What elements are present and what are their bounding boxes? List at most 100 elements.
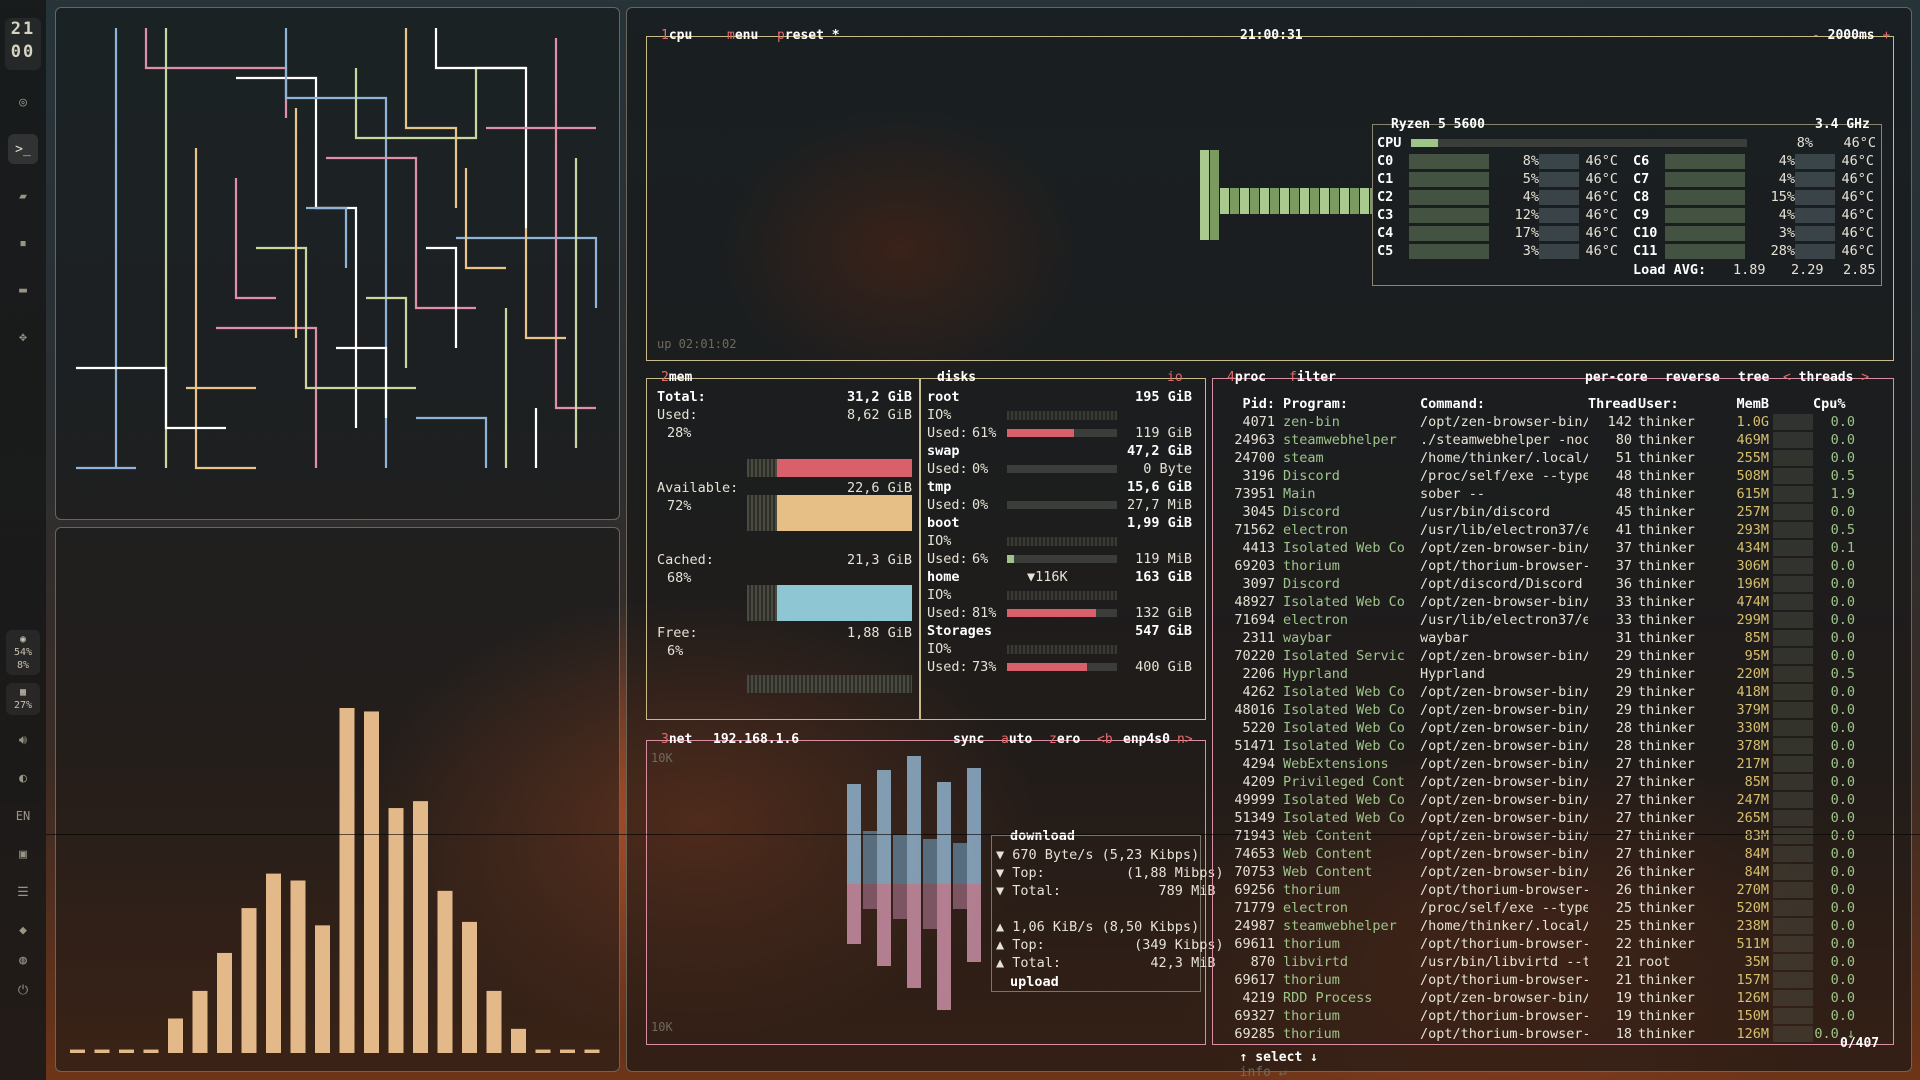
sync-toggle[interactable]: sync <box>953 731 984 749</box>
process-row[interactable]: 69617 thorium/opt/thorium-browser-av 21 thi… <box>1225 971 1885 989</box>
select-hint[interactable]: ↑ select ↓ <box>1240 1050 1318 1065</box>
header-pid[interactable]: Pid: <box>1225 395 1283 413</box>
sort-column-selector[interactable]: < threads > <box>1783 369 1869 387</box>
header-threads[interactable]: Threads: <box>1588 395 1638 413</box>
process-mem: 615M <box>1736 486 1769 502</box>
process-row[interactable]: 71694 electron/usr/lib/electron37/ele 33 th… <box>1225 611 1885 629</box>
menu-button[interactable]: menu <box>727 27 758 45</box>
process-row[interactable]: 51349 Isolated Web Co/opt/zen-browser-bin… <box>1225 809 1885 827</box>
steam-tray-icon[interactable]: ◍ <box>8 945 38 975</box>
process-row[interactable]: 4219 RDD Process/opt/zen-browser-bin/ze 19… <box>1225 989 1885 1007</box>
core-temp-graph <box>1539 208 1579 223</box>
process-row[interactable]: 71562 electron/usr/lib/electron37/ele 41 th… <box>1225 521 1885 539</box>
process-row[interactable]: 70220 Isolated Servic/opt/zen-browser-bin… <box>1225 647 1885 665</box>
tree-toggle[interactable]: tree <box>1738 369 1769 387</box>
cpu-box-title[interactable]: 1cpu <box>661 27 692 45</box>
process-row[interactable]: 4294 WebExtensions/opt/zen-browser-bin/ze… <box>1225 755 1885 773</box>
process-cpu-graph <box>1773 990 1813 1006</box>
process-command: /home/thinker/.local/sh <box>1420 918 1588 934</box>
mem-box-title[interactable]: 2mem <box>661 369 692 387</box>
process-row[interactable]: 870 libvirtd/usr/bin/libvirtd --tim 21 root… <box>1225 953 1885 971</box>
header-command[interactable]: Command: <box>1420 395 1588 413</box>
process-row[interactable]: 2311 waybar waybar 31 thinker 85M 0.0 <box>1225 629 1885 647</box>
power-icon[interactable]: ⏻ <box>8 975 38 1005</box>
filter-button[interactable]: filter <box>1289 369 1336 387</box>
header-mem[interactable]: MemB <box>1713 395 1773 413</box>
terminal-icon[interactable]: >_ <box>8 134 38 164</box>
folder-icon[interactable]: ▰ <box>8 181 38 211</box>
process-mem: 469M <box>1736 432 1769 448</box>
prev-interface-button[interactable]: <b <box>1097 731 1113 749</box>
discord-tray-icon[interactable]: ◆ <box>8 915 38 945</box>
process-row[interactable]: 69203 thorium/opt/thorium-browser-av 37 thi… <box>1225 557 1885 575</box>
cava-visualizer-window[interactable] <box>55 527 620 1072</box>
process-command: /opt/zen-browser-bin/ze <box>1420 720 1588 736</box>
header-program[interactable]: Program: <box>1283 395 1420 413</box>
process-row[interactable]: 69611 thorium/opt/thorium-browser-av 22 thi… <box>1225 935 1885 953</box>
mem-cached-meter-fill <box>776 585 912 621</box>
volume-icon[interactable]: 🔊︎ <box>8 725 38 755</box>
workspace-circle-icon[interactable]: ◎ <box>8 87 38 117</box>
process-row[interactable]: 4071 zen-bin/opt/zen-browser-bin/ze 142 thi… <box>1225 413 1885 431</box>
proc-box-title[interactable]: 4proc <box>1227 369 1266 387</box>
auto-toggle[interactable]: auto <box>1001 731 1032 749</box>
game-icon[interactable]: ✥ <box>8 322 38 352</box>
process-program: libvirtd <box>1283 954 1349 970</box>
next-interface-button[interactable]: n> <box>1177 731 1193 749</box>
process-row[interactable]: 48016 Isolated Web Co/opt/zen-browser-bin… <box>1225 701 1885 719</box>
process-row[interactable]: 69256 thorium/opt/thorium-browser-av 26 thi… <box>1225 881 1885 899</box>
process-threads: 31 <box>1615 630 1632 646</box>
chat-icon[interactable]: ▪ <box>8 228 38 258</box>
process-row[interactable]: 69327 thorium/opt/thorium-browser-av 19 thi… <box>1225 1007 1885 1025</box>
update-interval[interactable]: - 2000ms + <box>1812 27 1890 45</box>
process-command: /usr/bin/discord <box>1420 504 1551 520</box>
process-row[interactable]: 4209 Privileged Cont/opt/zen-browser-bin/… <box>1225 773 1885 791</box>
process-mem: 293M <box>1736 522 1769 538</box>
process-row[interactable]: 24700 steam/home/thinker/.local/sh 51 think… <box>1225 449 1885 467</box>
info-hint[interactable]: info ↵ <box>1240 1065 1287 1080</box>
process-row[interactable]: 71779 electron/proc/self/exe --type=r 25 th… <box>1225 899 1885 917</box>
message-icon[interactable]: ▬ <box>8 275 38 305</box>
process-cpu-graph <box>1773 684 1813 700</box>
per-core-toggle[interactable]: per-core <box>1585 369 1648 387</box>
memory-widget[interactable]: ▦ 27% <box>6 683 40 715</box>
process-row[interactable]: 51471 Isolated Web Co/opt/zen-browser-bin… <box>1225 737 1885 755</box>
process-table[interactable]: Pid: Program: Command: Threads: User: Me… <box>1225 395 1885 1043</box>
list-icon[interactable]: ☰ <box>8 877 38 907</box>
pipes-terminal-window[interactable] <box>55 7 620 520</box>
process-cpu: 0.0 <box>1830 936 1855 952</box>
spectrum-bar <box>388 808 404 1053</box>
header-user[interactable]: User: <box>1638 395 1713 413</box>
battery-widget[interactable]: ◉ 54% 8% <box>6 630 40 675</box>
process-row[interactable]: 24987 steamwebhelper/home/thinker/.local/… <box>1225 917 1885 935</box>
process-row[interactable]: 4413 Isolated Web Co/opt/zen-browser-bin/… <box>1225 539 1885 557</box>
process-cpu: 0.0 <box>1830 1008 1855 1024</box>
reverse-toggle[interactable]: reverse <box>1665 369 1720 387</box>
preset-button[interactable]: preset * <box>777 27 840 45</box>
core-name: C1 <box>1377 171 1394 187</box>
zero-toggle[interactable]: zero <box>1049 731 1080 749</box>
screenshot-icon[interactable]: ▣ <box>8 839 38 869</box>
process-mem: 247M <box>1736 792 1769 808</box>
process-row[interactable]: 71943 Web Content/opt/zen-browser-bin/ze 2… <box>1225 827 1885 845</box>
disk-size: 47,2 GiB <box>1126 443 1192 459</box>
process-row[interactable]: 2206 Hyprland Hyprland 29 thinker 220M 0.5 <box>1225 665 1885 683</box>
brightness-icon[interactable]: ◐ <box>8 763 38 793</box>
process-row[interactable]: 3045 Discord/usr/bin/discord 45 thinker 257M… <box>1225 503 1885 521</box>
process-row[interactable]: 69285thorium/opt/thorium-browser-av18thi… <box>1225 1025 1885 1043</box>
process-row[interactable]: 4262 Isolated Web Co/opt/zen-browser-bin/… <box>1225 683 1885 701</box>
language-indicator[interactable]: EN <box>8 801 38 831</box>
process-row[interactable]: 73951 Main sober -- 48 thinker 615M 1.9 <box>1225 485 1885 503</box>
process-row[interactable]: 3097 Discord/opt/discord/Discord -- 36 thin… <box>1225 575 1885 593</box>
process-row[interactable]: 48927 Isolated Web Co/opt/zen-browser-bin… <box>1225 593 1885 611</box>
process-row[interactable]: 24963 steamwebhelper ./steamwebhelper -noc… <box>1225 431 1885 449</box>
process-row[interactable]: 5220 Isolated Web Co/opt/zen-browser-bin/… <box>1225 719 1885 737</box>
net-box-title[interactable]: 3net <box>661 731 692 749</box>
process-row[interactable]: 3196 Discord/proc/self/exe --type=r 48 thin… <box>1225 467 1885 485</box>
process-row[interactable]: 70753 Web Content/opt/zen-browser-bin/ze 2… <box>1225 863 1885 881</box>
disk-usage-bar <box>1007 609 1117 617</box>
process-command: /opt/thorium-browser-av <box>1420 558 1588 574</box>
header-cpu[interactable]: Cpu% ↑ <box>1813 395 1855 413</box>
process-row[interactable]: 74653 Web Content/opt/zen-browser-bin/ze 2… <box>1225 845 1885 863</box>
process-row[interactable]: 49999 Isolated Web Co/opt/zen-browser-bin… <box>1225 791 1885 809</box>
